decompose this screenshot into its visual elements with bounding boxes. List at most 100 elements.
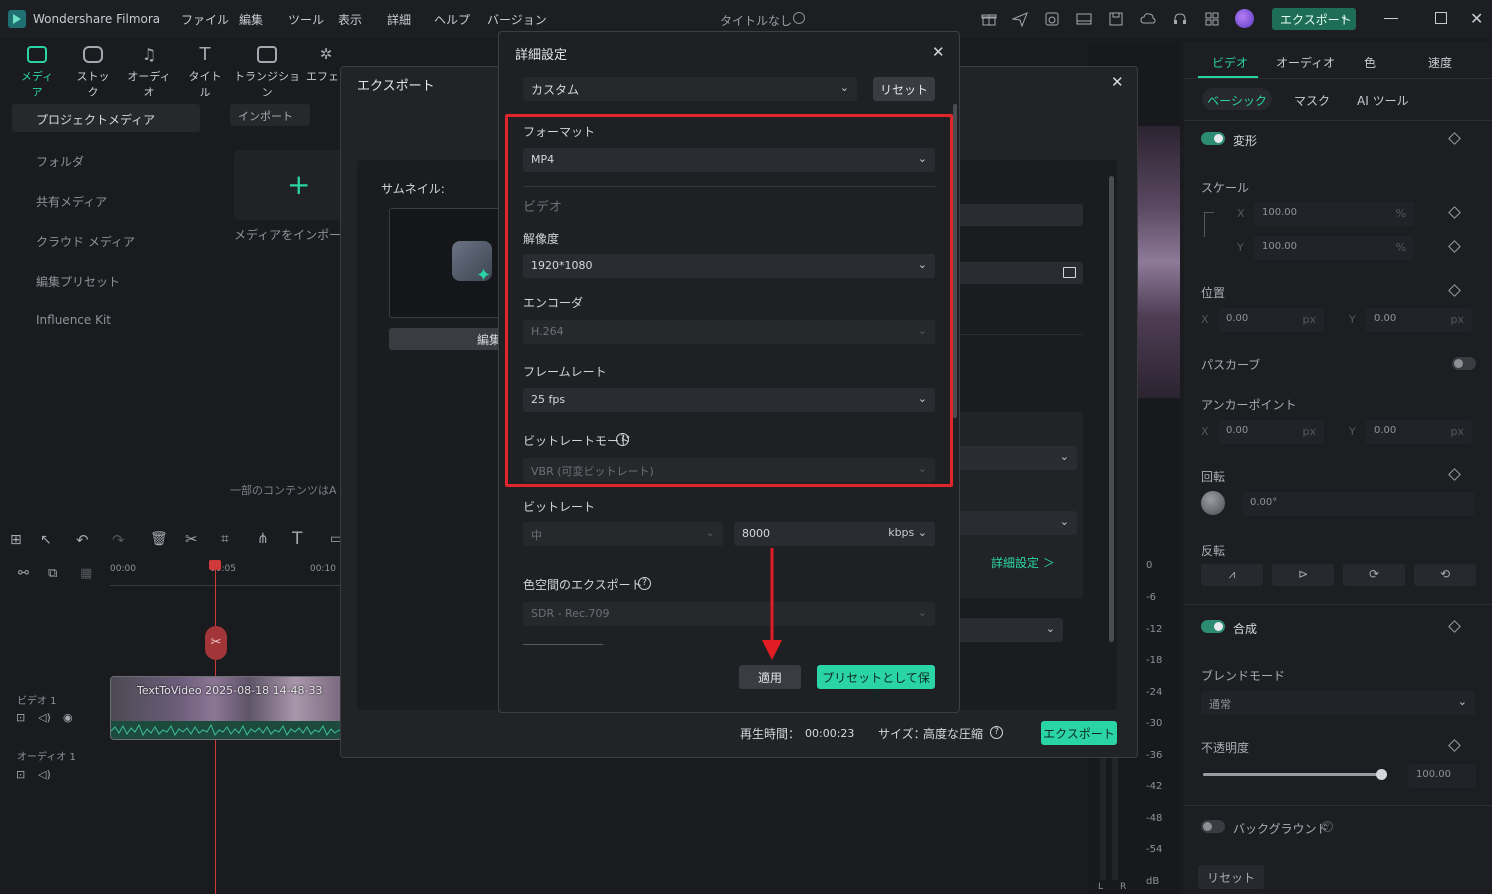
anchor-x-input[interactable]: 0.00 px (1218, 420, 1324, 444)
crop-icon[interactable]: ⌗ (221, 531, 229, 547)
lock-icon[interactable]: ⊡ (16, 711, 25, 724)
audio-volume-icon[interactable]: ◁) (38, 768, 51, 781)
eye-icon[interactable]: ◉ (63, 711, 73, 724)
ruler-icon[interactable]: ▦ (80, 566, 92, 581)
sidebar-item-folder[interactable]: フォルダ (36, 153, 84, 170)
export-close-icon[interactable]: ✕ (1111, 73, 1124, 91)
grid-icon[interactable]: ⊞ (10, 532, 22, 548)
settings-close-icon[interactable]: ✕ (932, 43, 945, 61)
video-clip[interactable]: TextToVideo 2025-08-18 14-48-33 (110, 676, 342, 740)
volume-icon[interactable]: ◁) (38, 711, 51, 724)
tab-stock[interactable]: ストック (72, 46, 114, 100)
apps-grid-icon[interactable] (1204, 11, 1220, 27)
cut-icon[interactable]: ✂ (185, 530, 198, 548)
folder-icon[interactable] (1063, 267, 1076, 278)
import-dropdown[interactable]: インポート (230, 104, 310, 126)
minimize-icon[interactable] (1384, 18, 1398, 19)
tab-color[interactable]: 色 (1364, 54, 1376, 71)
flip-horizontal-button[interactable]: ⩘ (1201, 564, 1263, 586)
name-input-bg[interactable] (957, 204, 1083, 226)
transform-toggle[interactable] (1201, 132, 1225, 145)
subtab-ai-tools[interactable]: AI ツール (1357, 92, 1409, 109)
tab-video[interactable]: ビデオ (1212, 54, 1248, 71)
select-arrow-icon[interactable]: ↖ (40, 532, 52, 548)
bitrate-unit-select[interactable]: kbps ⌄ (888, 526, 927, 539)
advanced-settings-link[interactable]: 詳細設定 ＞ (991, 554, 1055, 571)
import-drop-zone[interactable]: + (234, 150, 342, 220)
apply-button[interactable]: 適用 (739, 665, 801, 689)
maximize-icon[interactable] (1435, 12, 1447, 24)
menu-tools[interactable]: ツール (288, 11, 324, 28)
opacity-slider-track[interactable] (1203, 769, 1387, 780)
rotation-dial[interactable] (1201, 491, 1225, 515)
keyframe-icon[interactable]: ⋔ (257, 531, 269, 547)
pos-x-input[interactable]: 0.00 px (1218, 308, 1324, 332)
menu-help[interactable]: ヘルプ (434, 11, 470, 28)
anchor-y-input[interactable]: 0.00 px (1366, 420, 1472, 444)
color-space-help-icon[interactable]: ? (638, 577, 651, 590)
avatar[interactable] (1235, 9, 1254, 28)
playhead-handle[interactable] (209, 560, 221, 570)
scale-link-lock-icon[interactable] (1204, 212, 1214, 237)
split-marker[interactable]: ✂ (205, 626, 227, 660)
preset-select[interactable]: カスタム ⌄ (523, 77, 857, 101)
gift-icon[interactable] (981, 11, 997, 27)
menu-version[interactable]: バージョン (487, 11, 547, 28)
export-select-2[interactable]: ⌄ (957, 511, 1077, 535)
redo-icon[interactable]: ↷ (112, 531, 125, 549)
text-tool-icon[interactable]: T (292, 529, 302, 549)
color-space-select[interactable]: SDR - Rec.709 ⌄ (523, 602, 935, 626)
tab-speed[interactable]: 速度 (1428, 54, 1452, 71)
path-curve-toggle[interactable] (1452, 357, 1476, 370)
send-icon[interactable] (1012, 11, 1028, 27)
save-preset-button[interactable]: プリセットとして保存 (817, 665, 935, 702)
rotate-ccw-button[interactable]: ⟲ (1414, 564, 1476, 586)
sidebar-item-project-media[interactable]: プロジェクトメディア (12, 104, 200, 132)
undo-icon[interactable]: ↶ (76, 531, 89, 549)
cloud-icon[interactable] (1140, 11, 1156, 27)
opacity-keyframe-icon[interactable] (1448, 739, 1461, 752)
audio-lock-icon[interactable]: ⊡ (16, 768, 25, 781)
panel-reset-button[interactable]: リセット (1198, 865, 1264, 889)
link-icon[interactable]: ⚯ (18, 566, 29, 581)
composite-toggle[interactable] (1201, 620, 1225, 633)
delete-icon[interactable]: 🗑 (150, 531, 168, 547)
rotation-keyframe-icon[interactable] (1448, 468, 1461, 481)
blend-mode-select[interactable]: 通常 ⌄ (1201, 691, 1475, 715)
tab-audio[interactable]: ♫ オーディオ (126, 46, 172, 100)
export-select-1[interactable]: ⌄ (957, 446, 1077, 470)
opacity-input[interactable]: 100.00 (1408, 764, 1476, 788)
transform-keyframe-icon[interactable] (1448, 132, 1461, 145)
background-toggle[interactable] (1201, 820, 1225, 833)
preset-reset-button[interactable]: リセット (873, 77, 935, 101)
layout-icon[interactable] (1076, 11, 1092, 27)
menu-edit[interactable]: 編集 (239, 11, 263, 28)
sidebar-item-edit-preset[interactable]: 編集プリセット (36, 273, 120, 290)
rotate-cw-button[interactable]: ⟳ (1343, 564, 1405, 586)
save-icon[interactable] (1108, 11, 1124, 27)
media-icon[interactable] (1044, 11, 1060, 27)
menu-view[interactable]: 表示 (338, 11, 362, 28)
sidebar-item-shared-media[interactable]: 共有メディア (36, 193, 107, 210)
tab-transition[interactable]: トランジション (234, 46, 300, 100)
export-button[interactable]: エクスポート (1041, 721, 1117, 745)
export-select-3[interactable]: ⌄ (957, 618, 1063, 642)
scale-x-keyframe-icon[interactable] (1448, 206, 1461, 219)
export-scrollbar[interactable] (1109, 176, 1114, 642)
track-icon[interactable]: ⧉ (48, 566, 57, 581)
scale-y-keyframe-icon[interactable] (1448, 240, 1461, 253)
tab-title[interactable]: T タイトル (184, 46, 226, 100)
tab-media[interactable]: メディア (16, 46, 58, 100)
tab-audio-props[interactable]: オーディオ (1276, 54, 1335, 71)
top-export-button[interactable]: エクスポート ⌄ (1272, 8, 1356, 30)
composite-keyframe-icon[interactable] (1448, 620, 1461, 633)
background-help-icon[interactable]: ? (1322, 821, 1333, 832)
scale-x-input[interactable]: 100.00% (1254, 202, 1414, 226)
headset-icon[interactable] (1172, 11, 1188, 27)
position-keyframe-icon[interactable] (1448, 284, 1461, 297)
menu-advanced[interactable]: 詳細 (387, 11, 411, 28)
subtab-basic[interactable]: ベーシック (1202, 88, 1272, 110)
size-help-icon[interactable]: ? (990, 726, 1003, 739)
close-window-icon[interactable]: ✕ (1470, 9, 1483, 28)
rotation-input[interactable]: 0.00° (1242, 492, 1474, 516)
